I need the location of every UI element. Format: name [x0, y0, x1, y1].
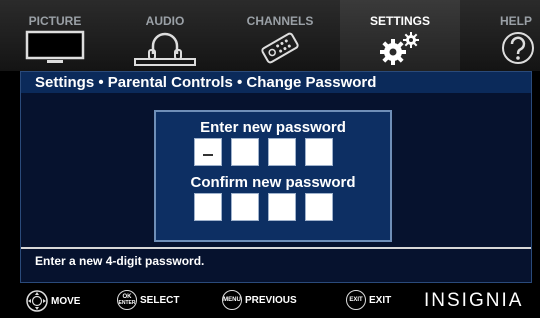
confirm-password-label: Confirm new password [190, 174, 356, 191]
footer-select: OK ENTER SELECT [117, 290, 179, 310]
help-text: Enter a new 4-digit password. [35, 254, 205, 268]
exit-label: EXIT [369, 294, 392, 306]
tab-settings[interactable]: SETTINGS [340, 0, 460, 71]
settings-panel: Settings • Parental Controls • Change Pa… [20, 71, 532, 283]
tab-channels[interactable]: CHANNELS [220, 0, 340, 71]
confirm-digit-2[interactable] [231, 193, 259, 221]
enter-key-text: ENTER [118, 300, 136, 306]
dpad-icon [26, 290, 48, 312]
tab-audio[interactable]: AUDIO [110, 0, 220, 71]
confirm-digit-4[interactable] [305, 193, 333, 221]
new-digit-3[interactable] [268, 138, 296, 166]
gears-icon [380, 32, 419, 65]
new-digit-4[interactable] [305, 138, 333, 166]
new-digit-1[interactable] [194, 138, 222, 166]
exit-key-text: EXIT [349, 297, 363, 303]
tab-help-label: HELP [499, 14, 532, 28]
tab-audio-label: AUDIO [145, 14, 185, 28]
password-dialog: Enter new password Confirm new password [154, 110, 392, 242]
ok-enter-key-icon: OK ENTER [117, 290, 137, 310]
new-digit-2[interactable] [231, 138, 259, 166]
footer-move: MOVE [26, 290, 80, 312]
help-icon [502, 32, 534, 64]
tab-picture-label: PICTURE [28, 14, 82, 28]
tv-icon [25, 30, 85, 63]
footer-bar: MOVE OK ENTER SELECT MENU PREVIOUS EXIT E… [0, 283, 540, 318]
previous-label: PREVIOUS [245, 294, 297, 306]
brand-logo: INSIGNIA [424, 290, 524, 311]
divider [21, 247, 531, 249]
remote-icon [261, 32, 299, 64]
tab-channels-label: CHANNELS [246, 14, 314, 28]
menu-key-icon: MENU [222, 290, 242, 310]
top-menu-bar: PICTURE AUDIO CHANNELS SETTINGS HELP [0, 0, 540, 71]
tab-help[interactable]: HELP [460, 0, 540, 71]
exit-key-icon: EXIT [346, 290, 366, 310]
footer-previous: MENU PREVIOUS [222, 290, 297, 310]
tab-picture[interactable]: PICTURE [0, 0, 110, 71]
new-password-fields [194, 138, 333, 166]
confirm-digit-3[interactable] [268, 193, 296, 221]
new-password-label: Enter new password [200, 119, 346, 136]
breadcrumb: Settings • Parental Controls • Change Pa… [21, 72, 531, 93]
footer-exit: EXIT EXIT [346, 290, 391, 310]
select-label: SELECT [140, 294, 180, 306]
confirm-digit-1[interactable] [194, 193, 222, 221]
tab-settings-label: SETTINGS [369, 14, 430, 28]
menu-key-text: MENU [223, 297, 241, 303]
headphones-icon [134, 32, 196, 66]
move-label: MOVE [51, 295, 81, 307]
confirm-password-fields [194, 193, 333, 221]
